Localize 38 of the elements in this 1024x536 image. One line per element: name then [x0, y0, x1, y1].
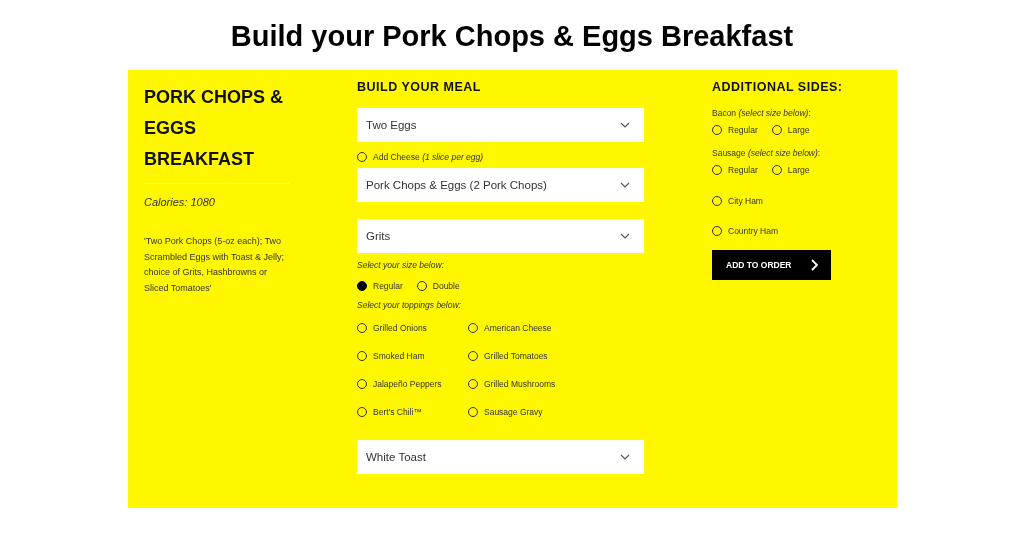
page-title: Build your Pork Chops & Eggs Breakfast [229, 19, 795, 54]
dropdown-field[interactable]: Grits [357, 219, 644, 253]
option-label: Add Cheese (1 slice per egg) [373, 152, 484, 162]
option-label: Grilled Onions [373, 323, 427, 333]
chevron-down-icon [620, 454, 630, 460]
group-label: Bacon (select size below): [712, 108, 812, 118]
product-description: 'Two Pork Chops (5-oz each); Two Scrambled Eggs with Toast & Jelly; choice of Grits, Hashbrowns or Sliced Tomatoes' [144, 235, 285, 295]
toppings-prompt: Select your toppings below: [357, 300, 462, 310]
dropdown-field[interactable]: Two Eggs [357, 108, 644, 142]
option-label: Grilled Tomatoes [484, 351, 548, 361]
option-label: American Cheese [484, 323, 552, 333]
section-heading: BUILD YOUR MEAL [357, 82, 482, 96]
option-label: Regular [728, 125, 758, 135]
option-label: Large [787, 165, 810, 175]
option-label: Regular [373, 281, 403, 291]
radio-button[interactable] [357, 281, 367, 291]
option-label: Bert's Chili™ [373, 407, 422, 417]
dropdown-field[interactable]: White Toast [357, 440, 644, 474]
option-label: Grilled Mushrooms [484, 379, 556, 389]
chevron-down-icon [620, 182, 630, 188]
option-label: City Ham [728, 196, 763, 206]
option-label: Regular [728, 165, 758, 175]
option-label: Country Ham [728, 226, 779, 236]
calories-text: Calories: 1080 [144, 196, 216, 208]
dropdown-field[interactable]: Pork Chops & Eggs (2 Pork Chops) [357, 168, 644, 202]
add-to-order-button[interactable]: ADD TO ORDER [712, 250, 831, 280]
option-label: Smoked Ham [373, 351, 425, 361]
chevron-down-icon [620, 233, 630, 239]
option-label: Large [787, 125, 810, 135]
chevron-down-icon [620, 122, 630, 128]
chevron-right-icon [811, 259, 818, 271]
option-label: Jalapeño Peppers [373, 379, 442, 389]
group-label: Sausage (select size below): [712, 148, 822, 158]
product-title: PORK CHOPS & EGGS BREAKFAST [144, 82, 289, 184]
section-heading: ADDITIONAL SIDES: [712, 82, 844, 96]
option-label: Double [432, 281, 460, 291]
option-label: Sausage Gravy [484, 407, 543, 417]
size-prompt: Select your size below: [357, 260, 445, 270]
